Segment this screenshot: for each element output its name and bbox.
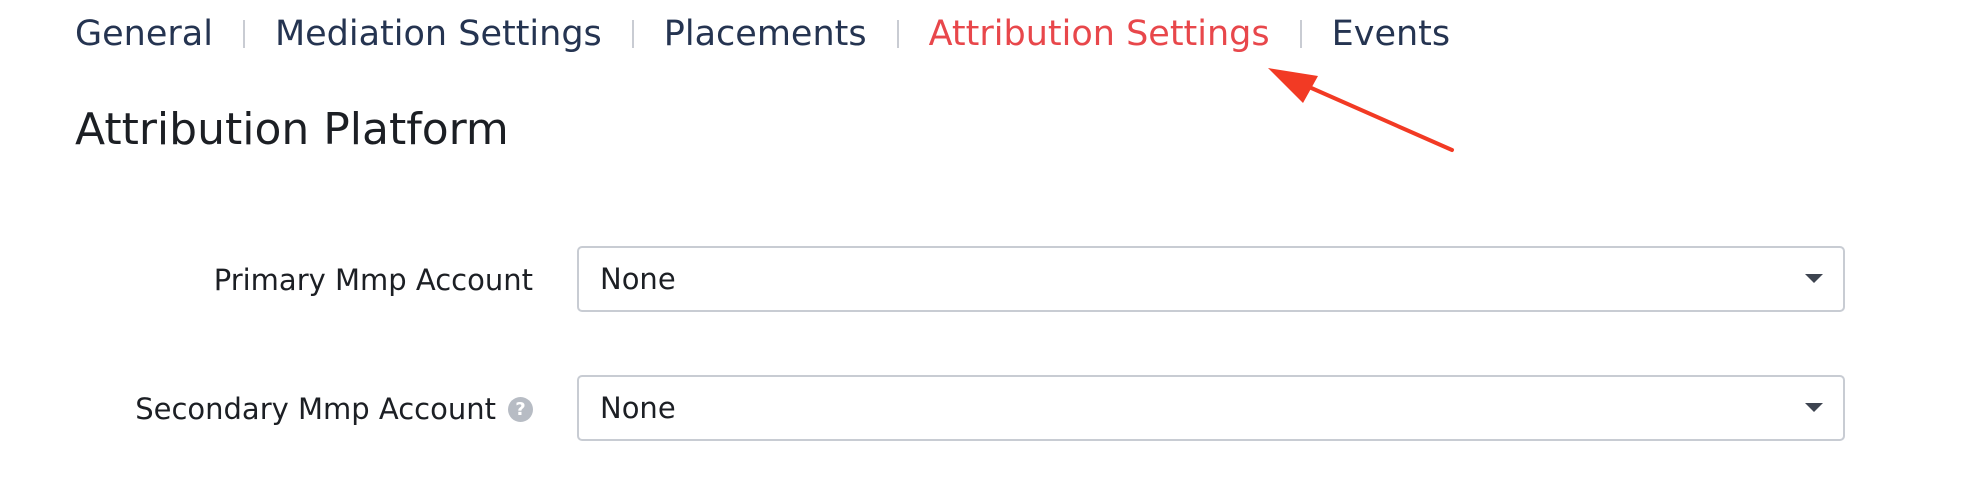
- tab-divider: [242, 20, 245, 48]
- tab-placements[interactable]: Placements: [664, 8, 867, 60]
- arrow-annotation-icon: [1268, 68, 1454, 152]
- tab-divider: [896, 20, 899, 48]
- tab-divider: [1299, 20, 1302, 48]
- tab-divider: [631, 20, 634, 48]
- secondary-mmp-account-row: Secondary Mmp Account ? None: [0, 375, 1970, 443]
- tab-attribution-settings[interactable]: Attribution Settings: [929, 8, 1270, 60]
- primary-mmp-account-select[interactable]: None: [577, 246, 1845, 312]
- settings-tabs: General Mediation Settings Placements At…: [75, 8, 1450, 60]
- tab-events[interactable]: Events: [1332, 8, 1451, 60]
- primary-mmp-account-value: None: [600, 262, 676, 296]
- primary-mmp-account-label-text: Primary Mmp Account: [213, 263, 533, 297]
- secondary-mmp-account-select[interactable]: None: [577, 375, 1845, 441]
- primary-mmp-account-row: Primary Mmp Account None: [0, 246, 1970, 314]
- question-mark-icon[interactable]: ?: [508, 396, 533, 422]
- chevron-down-icon: [1805, 274, 1823, 283]
- secondary-mmp-account-label-text: Secondary Mmp Account: [135, 392, 496, 426]
- chevron-down-icon: [1805, 403, 1823, 412]
- section-title: Attribution Platform: [75, 104, 509, 155]
- tab-mediation-settings[interactable]: Mediation Settings: [275, 8, 602, 60]
- primary-mmp-account-label: Primary Mmp Account: [214, 246, 533, 314]
- secondary-mmp-account-value: None: [600, 391, 676, 425]
- secondary-mmp-account-label: Secondary Mmp Account ?: [135, 375, 533, 443]
- attribution-settings-page: General Mediation Settings Placements At…: [0, 0, 1970, 490]
- tab-general[interactable]: General: [75, 8, 213, 60]
